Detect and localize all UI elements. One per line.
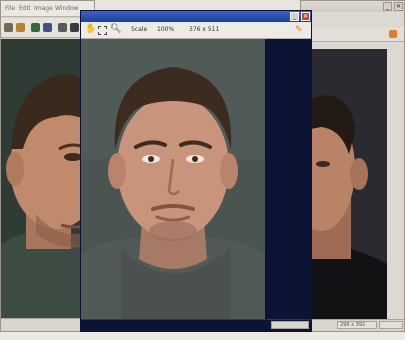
right-window-toolbar — [301, 27, 404, 42]
right-window-status: 296 x 392 — [337, 321, 377, 329]
desktop-bottom-strip — [0, 332, 405, 340]
size-readout: 376 x 511 — [189, 26, 220, 33]
zoom-icon[interactable]: 🔍︎ — [110, 24, 121, 34]
paste-icon[interactable] — [43, 23, 52, 32]
menu-file[interactable]: File — [5, 5, 15, 13]
front-window-statusbar — [81, 319, 311, 331]
right-window-titlebar[interactable]: _ ✕ — [301, 1, 404, 12]
menu-window[interactable]: Window — [55, 5, 79, 13]
front-window-status-left — [271, 321, 309, 329]
new-icon[interactable] — [70, 23, 79, 32]
minimize-icon[interactable]: _ — [290, 12, 299, 21]
brush-icon[interactable]: ✎ — [295, 25, 303, 35]
brush-icon[interactable] — [389, 30, 397, 38]
right-image-window[interactable]: _ ✕ 296 x 392 — [300, 0, 405, 332]
zoom-scale-label: Scale — [131, 26, 148, 33]
menu-image[interactable]: Image — [34, 5, 53, 13]
zoom-value[interactable]: 100% — [157, 26, 174, 34]
close-icon[interactable]: ✕ — [394, 2, 403, 11]
print-icon[interactable] — [58, 23, 67, 32]
right-window-status-blank — [379, 321, 403, 329]
save-icon[interactable] — [16, 23, 25, 32]
front-window-toolbar: ✋ 🔍︎ Scale 100% 376 x 511 ✎ — [81, 22, 311, 39]
front-window-titlebar[interactable]: _ ✕ — [81, 11, 311, 22]
menu-edit[interactable]: Edit — [19, 5, 31, 13]
pan-icon[interactable]: ✋ — [85, 25, 96, 34]
front-image-window[interactable]: _ ✕ ✋ 🔍︎ Scale 100% 376 x 511 ✎ — [80, 10, 312, 332]
minimize-icon[interactable]: _ — [383, 2, 392, 11]
open-icon[interactable] — [4, 23, 13, 32]
right-portrait-image — [311, 49, 387, 321]
right-window-statusbar: 296 x 392 — [301, 319, 404, 331]
front-portrait-image — [81, 39, 265, 321]
copy-icon[interactable] — [31, 23, 40, 32]
front-window-canvas-margin — [265, 39, 311, 321]
close-icon[interactable]: ✕ — [301, 12, 310, 21]
select-icon[interactable] — [98, 26, 107, 35]
desktop: File Edit Image Window _ ✕ 296 x 392 _ ✕… — [0, 0, 405, 340]
